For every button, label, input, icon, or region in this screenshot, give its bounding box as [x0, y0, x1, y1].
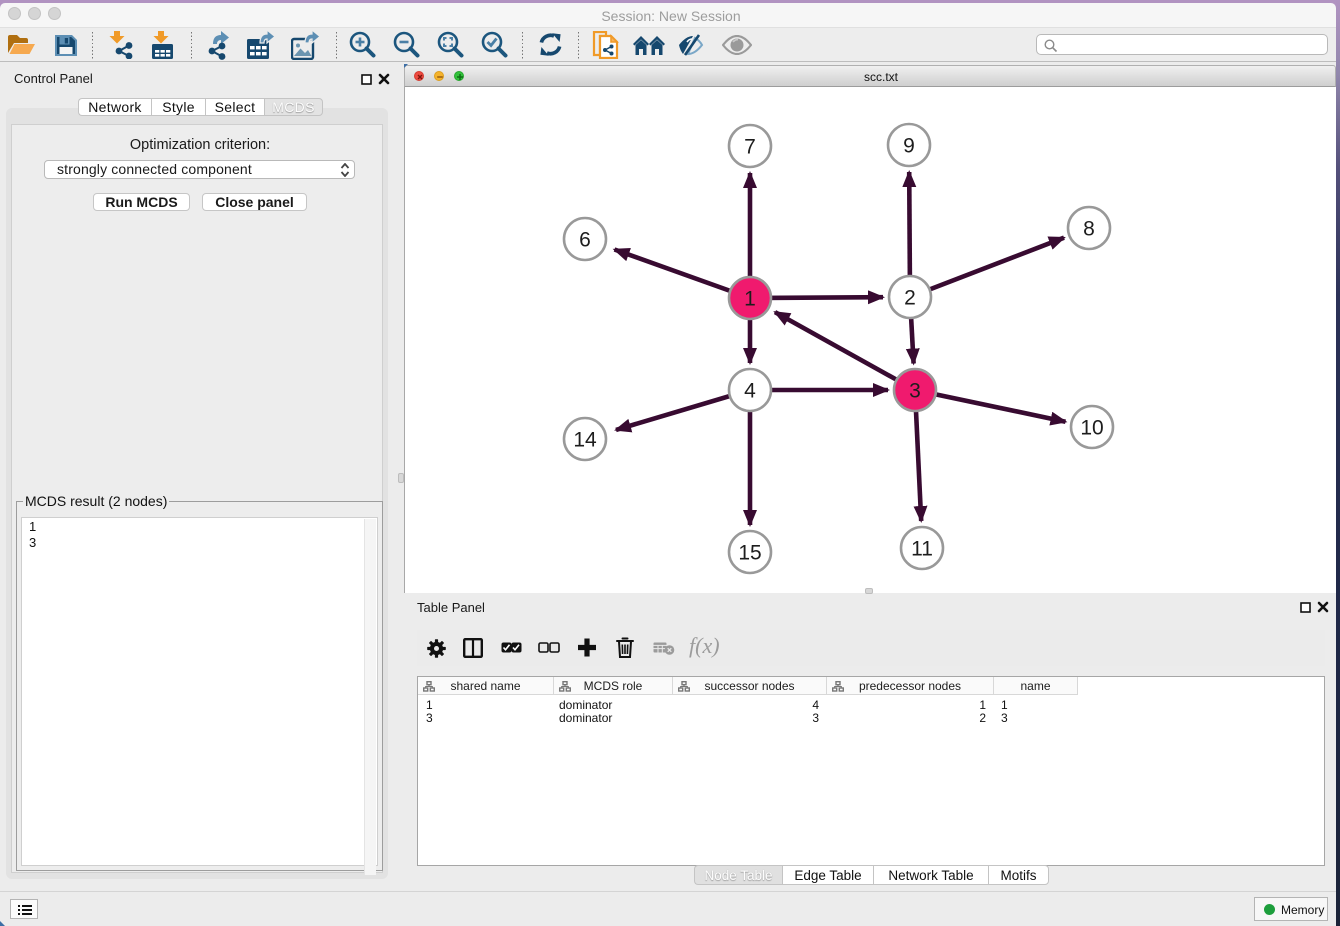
svg-text:2: 2: [904, 287, 916, 310]
svg-text:10: 10: [1080, 417, 1103, 440]
svg-text:9: 9: [903, 135, 915, 158]
svg-text:11: 11: [911, 538, 933, 561]
svg-text:7: 7: [744, 136, 756, 159]
svg-text:8: 8: [1083, 218, 1095, 241]
svg-text:4: 4: [744, 380, 756, 403]
svg-text:14: 14: [573, 429, 597, 452]
svg-text:3: 3: [909, 380, 921, 403]
svg-text:1: 1: [744, 288, 756, 311]
svg-text:6: 6: [579, 229, 591, 252]
svg-text:15: 15: [738, 542, 761, 565]
